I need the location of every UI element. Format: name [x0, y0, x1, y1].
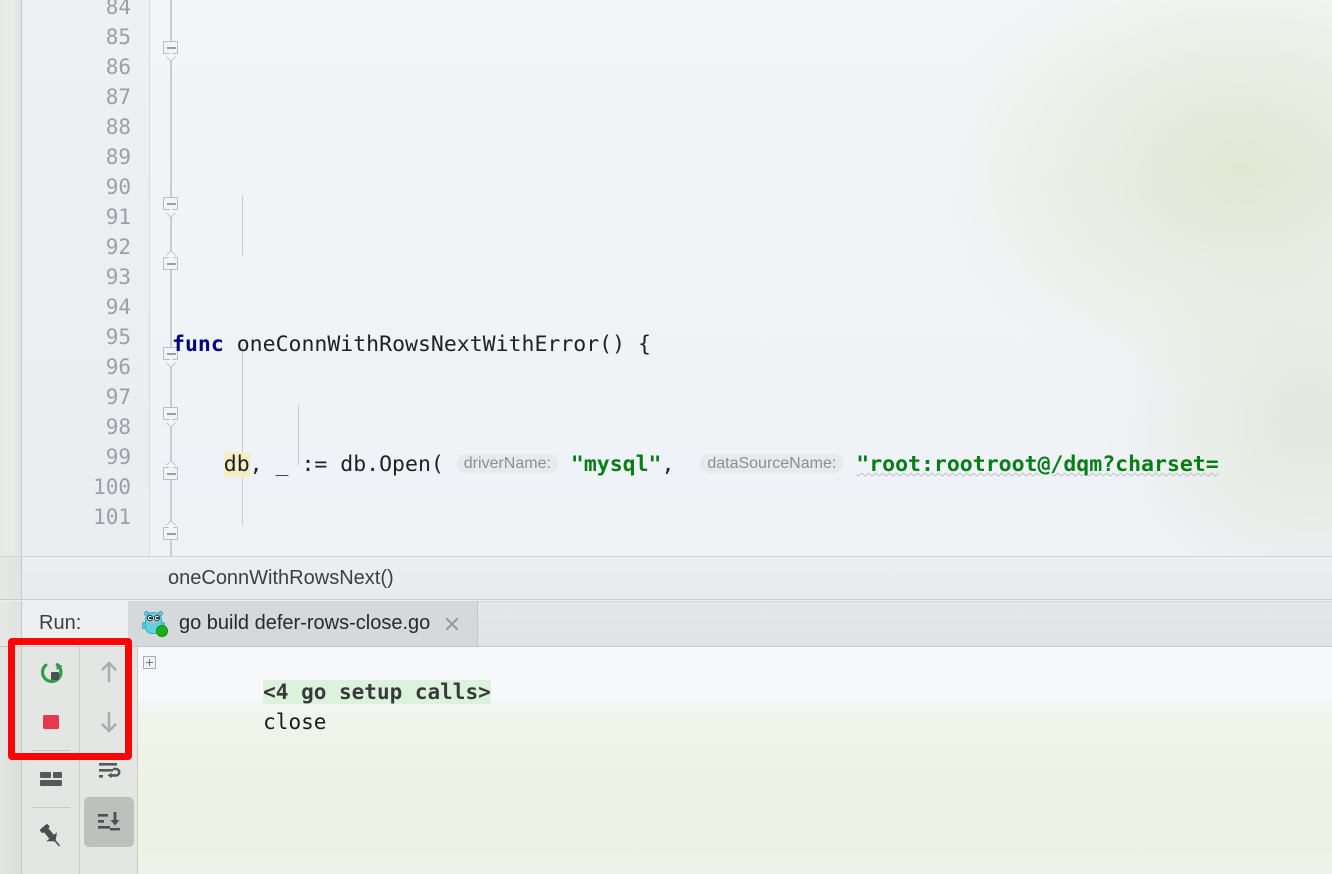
- line-number: 100: [93, 475, 131, 499]
- line-number: 97: [105, 385, 131, 409]
- structure-tool-button-rail[interactable]: Structure: [0, 647, 22, 874]
- ide-window: 84 85 86 87 88 89 90 91 92 93 94 95 96 9…: [0, 0, 1332, 874]
- run-toolbar-secondary: [80, 647, 138, 874]
- line-number: 98: [105, 415, 131, 439]
- line-number: 99: [105, 445, 131, 469]
- string-dsn: "root:rootroot@/dqm?charset=: [856, 452, 1219, 477]
- line-number: 94: [105, 295, 131, 319]
- code-editor[interactable]: 84 85 86 87 88 89 90 91 92 93 94 95 96 9…: [22, 0, 1332, 556]
- keyword-func: func: [172, 332, 224, 357]
- identifier-db: db: [223, 452, 250, 477]
- layout-icon: [39, 772, 62, 786]
- function-name: oneConnWithRowsNextWithError: [236, 332, 600, 357]
- up-button[interactable]: [84, 647, 134, 697]
- line-number: 88: [105, 115, 131, 139]
- run-tool-window-body: Structure: [0, 647, 1332, 874]
- line-number: 95: [105, 325, 131, 349]
- run-console-output[interactable]: <4 go setup calls> close: [138, 647, 1332, 874]
- editor-pane: 84 85 86 87 88 89 90 91 92 93 94 95 96 9…: [0, 0, 1332, 556]
- code-line: func oneConnWithRowsNextWithError() {: [172, 332, 651, 357]
- line-number: 91: [105, 205, 131, 229]
- line-number: 90: [105, 175, 131, 199]
- param-hint-driver-name: driverName:: [456, 454, 558, 473]
- line-number: 84: [105, 0, 131, 19]
- run-header-rail: [0, 601, 22, 646]
- breadcrumb-bar: oneConnWithRowsNext(): [0, 556, 1332, 600]
- editor-gutter[interactable]: 84 85 86 87 88 89 90 91 92 93 94 95 96 9…: [22, 0, 150, 556]
- run-configuration-tab[interactable]: go build defer-rows-close.go: [128, 601, 479, 646]
- line-number: 89: [105, 145, 131, 169]
- line-number: 85: [105, 25, 131, 49]
- run-tool-window-header: Run: go build defer-rows-close.go: [0, 601, 1332, 647]
- layout-button[interactable]: [26, 754, 76, 804]
- arrow-up-icon: [100, 661, 117, 683]
- line-number: 101: [93, 505, 131, 529]
- string-mysql: "mysql": [570, 452, 662, 477]
- param-hint-data-source-name: dataSourceName:: [700, 454, 844, 473]
- scroll-to-end-icon: [97, 812, 120, 831]
- code-text[interactable]: func oneConnWithRowsNextWithError() { db…: [172, 0, 1332, 556]
- console-line-text: close: [263, 710, 327, 734]
- arrow-down-icon: [100, 711, 117, 733]
- line-number: 93: [105, 265, 131, 289]
- stop-icon: [42, 715, 59, 729]
- close-icon[interactable]: [441, 613, 463, 635]
- line-number: 92: [105, 235, 131, 259]
- go-gopher-icon: [142, 610, 168, 637]
- breadcrumb[interactable]: oneConnWithRowsNext(): [168, 567, 394, 590]
- run-window-label: Run:: [22, 601, 128, 646]
- toolbar-separator: [31, 750, 70, 751]
- rerun-icon: [40, 662, 62, 684]
- line-number: 96: [105, 355, 131, 379]
- console-line-folded[interactable]: <4 go setup calls>: [138, 647, 1332, 704]
- code-line: db, _ := db.Open( driverName: "mysql", d…: [223, 452, 1219, 477]
- run-toolbar-primary: [22, 647, 80, 874]
- rerun-button[interactable]: [26, 647, 76, 697]
- stop-button[interactable]: [26, 697, 76, 747]
- tabbar-empty-area: [478, 601, 1332, 646]
- run-tab-title: go build defer-rows-close.go: [179, 612, 431, 634]
- down-button[interactable]: [84, 697, 134, 747]
- toolbar-separator: [31, 807, 70, 808]
- soft-wrap-button[interactable]: [84, 747, 134, 797]
- soft-wrap-icon: [98, 763, 120, 779]
- line-number: 87: [105, 85, 131, 109]
- console-line: close: [138, 677, 1332, 734]
- line-number: 86: [105, 55, 131, 79]
- pin-button[interactable]: [26, 811, 76, 861]
- expand-icon[interactable]: [143, 656, 156, 669]
- breadcrumb-rail: [0, 557, 22, 599]
- pin-icon: [39, 824, 60, 847]
- scroll-to-end-button[interactable]: [83, 797, 134, 847]
- left-tool-rail: [0, 0, 22, 556]
